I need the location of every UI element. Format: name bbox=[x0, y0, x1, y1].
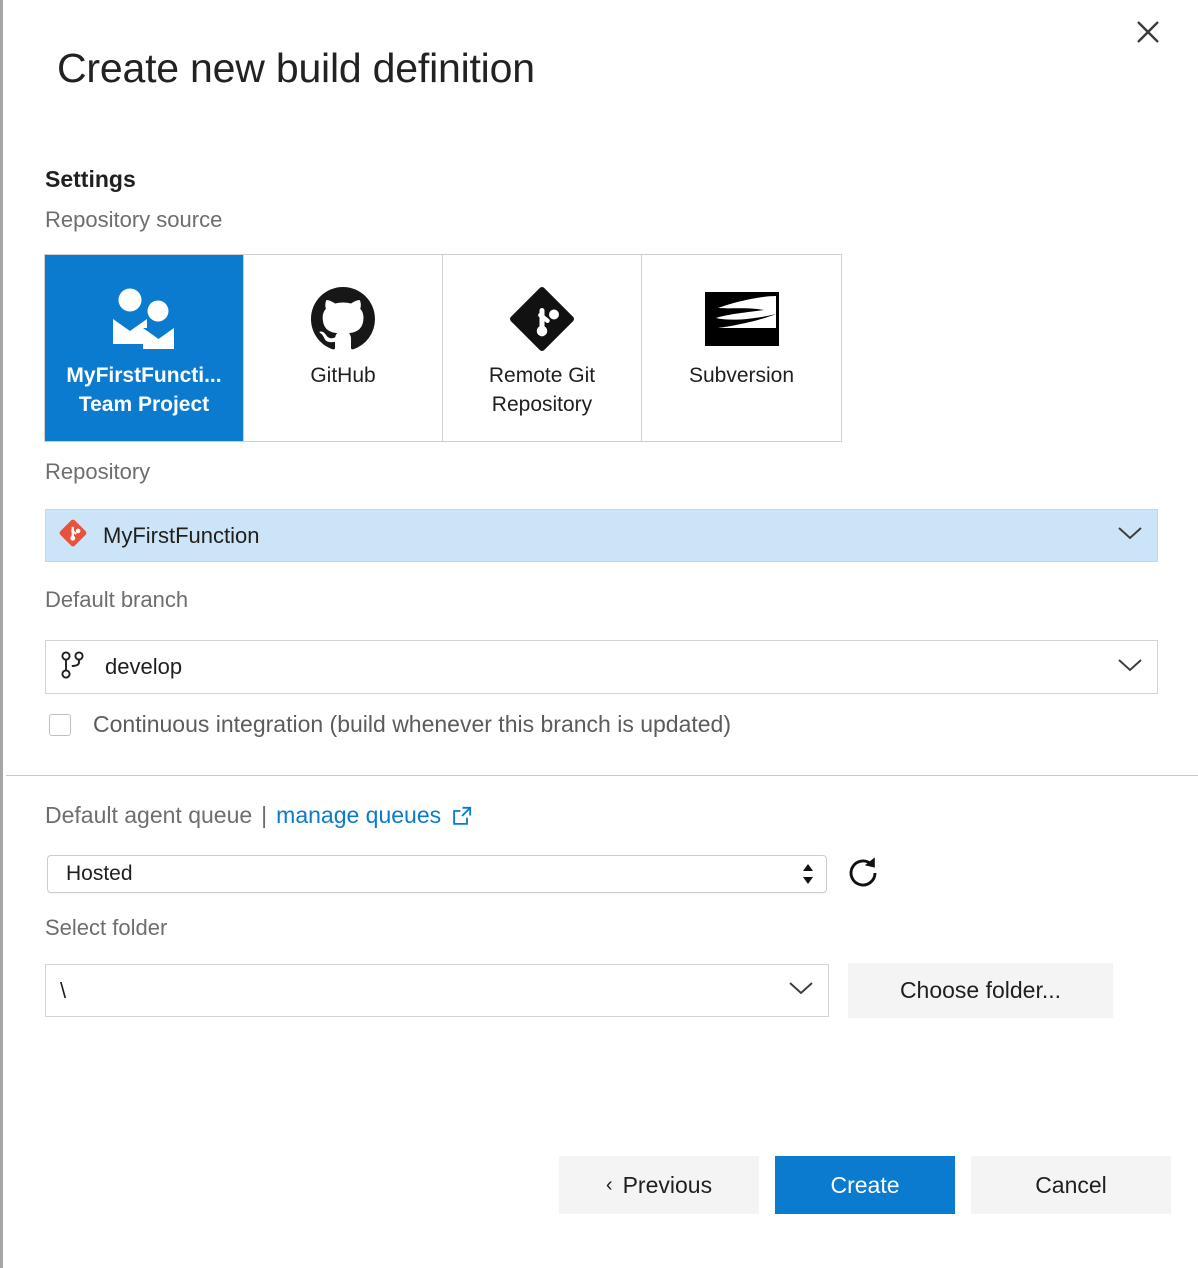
default-branch-label: Default branch bbox=[45, 587, 189, 612]
manage-queues-link[interactable]: manage queues bbox=[276, 802, 441, 829]
folder-input[interactable]: \ bbox=[45, 964, 829, 1017]
create-build-definition-dialog: Create new build definition Settings Rep… bbox=[0, 0, 1198, 1268]
tile-label-line1: Remote Git bbox=[488, 364, 596, 387]
section-divider bbox=[6, 775, 1198, 776]
agent-queue-label: Default agent queue bbox=[45, 802, 253, 828]
tile-label-line1: MyFirstFuncti... bbox=[66, 364, 222, 387]
source-tile-remote-git[interactable]: Remote Git Repository bbox=[443, 255, 642, 441]
chevron-down-icon[interactable] bbox=[1117, 525, 1143, 546]
settings-heading: Settings bbox=[45, 166, 136, 192]
repository-value: MyFirstFunction bbox=[103, 522, 260, 548]
continuous-integration-checkbox[interactable] bbox=[49, 713, 71, 736]
cancel-button[interactable]: Cancel bbox=[971, 1156, 1171, 1214]
chevron-down-icon[interactable] bbox=[1117, 657, 1143, 678]
chevron-down-icon[interactable] bbox=[788, 980, 814, 1001]
default-branch-value: develop bbox=[105, 654, 183, 679]
previous-button[interactable]: ‹ Previous bbox=[559, 1156, 759, 1214]
refresh-icon bbox=[845, 855, 881, 894]
git-diamond-icon bbox=[58, 518, 88, 553]
tile-label-line2: Repository bbox=[491, 393, 593, 416]
source-tile-label: GitHub bbox=[310, 361, 375, 390]
agent-queue-label-row: Default agent queue | manage queues bbox=[45, 802, 473, 829]
create-button[interactable]: Create bbox=[775, 1156, 955, 1214]
choose-folder-button[interactable]: Choose folder... bbox=[848, 963, 1113, 1018]
default-branch-select[interactable]: develop bbox=[45, 640, 1158, 694]
previous-button-label: Previous bbox=[622, 1171, 713, 1198]
continuous-integration-row[interactable]: Continuous integration (build whenever t… bbox=[49, 711, 731, 738]
tile-label-line1: GitHub bbox=[310, 364, 376, 387]
label-separator: | bbox=[261, 802, 268, 828]
source-tile-label: MyFirstFuncti... Team Project bbox=[66, 361, 221, 419]
spinner-arrows-icon[interactable] bbox=[800, 861, 816, 887]
repository-source-tiles: MyFirstFuncti... Team Project GitHub Rem… bbox=[44, 254, 842, 442]
agent-queue-value: Hosted bbox=[66, 862, 133, 885]
dialog-footer: ‹ Previous Create Cancel bbox=[559, 1156, 1171, 1214]
chevron-left-icon: ‹ bbox=[605, 1173, 613, 1196]
source-tile-label: Subversion bbox=[689, 361, 794, 390]
agent-queue-select[interactable]: Hosted bbox=[47, 855, 827, 893]
select-folder-label: Select folder bbox=[45, 915, 168, 940]
repository-select[interactable]: MyFirstFunction bbox=[45, 509, 1158, 562]
external-link-icon[interactable] bbox=[451, 805, 473, 827]
continuous-integration-label: Continuous integration (build whenever t… bbox=[93, 711, 732, 737]
close-icon[interactable] bbox=[1126, 10, 1170, 54]
repository-label: Repository bbox=[45, 459, 151, 484]
source-tile-subversion[interactable]: Subversion bbox=[642, 255, 841, 441]
github-icon bbox=[311, 281, 375, 357]
tile-label-line1: Subversion bbox=[688, 364, 795, 387]
refresh-queues-button[interactable] bbox=[841, 852, 885, 896]
source-tile-label: Remote Git Repository bbox=[489, 361, 595, 419]
repository-source-label: Repository source bbox=[45, 207, 223, 232]
team-project-icon bbox=[108, 281, 180, 357]
close-glyph bbox=[1137, 21, 1159, 43]
source-tile-team-project[interactable]: MyFirstFuncti... Team Project bbox=[45, 255, 244, 441]
git-branch-icon bbox=[60, 650, 86, 685]
git-icon bbox=[509, 281, 575, 357]
source-tile-github[interactable]: GitHub bbox=[244, 255, 443, 441]
folder-value: \ bbox=[60, 977, 67, 1003]
subversion-icon bbox=[704, 281, 780, 357]
tile-label-line2: Team Project bbox=[78, 393, 210, 416]
page-title: Create new build definition bbox=[57, 45, 535, 91]
